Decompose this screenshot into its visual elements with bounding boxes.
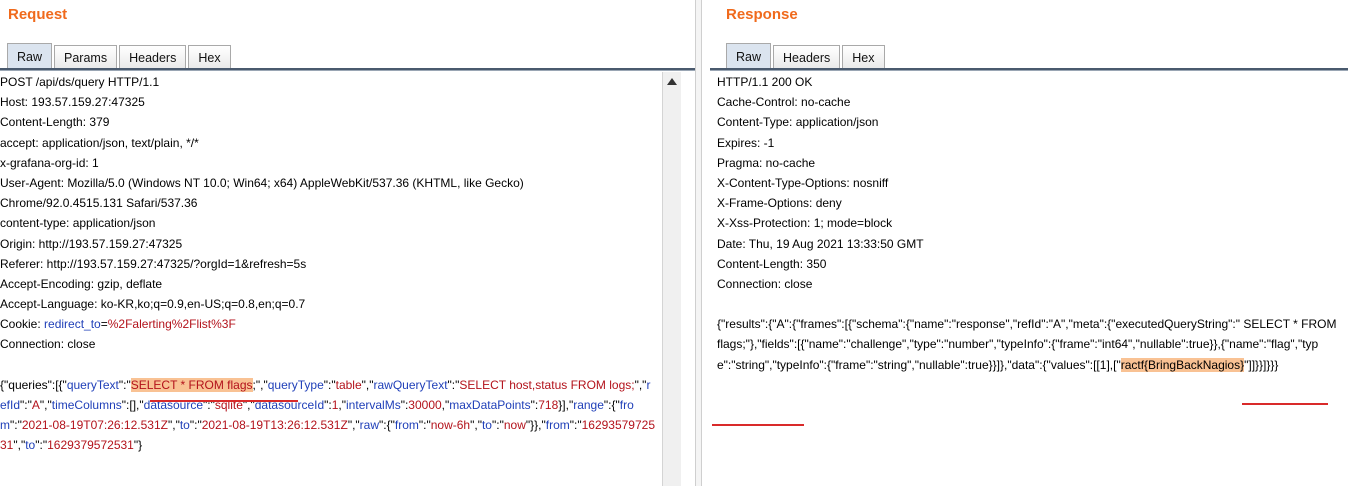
response-header-line: Date: Thu, 19 Aug 2021 13:33:50 GMT [717, 236, 924, 251]
scroll-up-arrow-icon[interactable] [667, 78, 677, 85]
response-pane: Response Raw Headers Hex HTTP/1.1 200 OK… [702, 0, 1348, 486]
response-tab-hex[interactable]: Hex [842, 45, 885, 69]
response-header-line: X-Content-Type-Options: nosniff [717, 175, 889, 190]
response-header-line: Expires: -1 [717, 135, 775, 150]
cookie-label: Cookie: [0, 317, 45, 332]
request-header-line: Content-Length: 379 [0, 115, 110, 130]
response-header-line: Pragma: no-cache [717, 155, 816, 170]
response-tab-raw[interactable]: Raw [726, 43, 772, 69]
request-tab-raw[interactable]: Raw [7, 43, 53, 69]
request-tabs: Raw Params Headers Hex [7, 43, 233, 69]
response-header-line: X-Xss-Protection: 1; mode=block [717, 216, 893, 231]
response-header-line: HTTP/1.1 200 OK [717, 75, 813, 89]
highlight-flag: ractf{BringBackNagios} [1120, 357, 1245, 372]
response-title: Response [726, 6, 798, 23]
request-right-gutter [681, 72, 695, 486]
response-header-line: Cache-Control: no-cache [717, 95, 851, 110]
response-tab-rule [710, 68, 1348, 71]
request-scrollbar[interactable] [662, 72, 681, 486]
request-cookie-line: Cookie: redirect_to=%2Falerting%2Flist%3… [0, 314, 656, 334]
request-connection-line: Connection: close [0, 337, 96, 352]
request-header-line: Accept-Language: ko-KR,ko;q=0.9,en-US;q=… [0, 297, 306, 312]
response-json-body: {"results":{"A":{"frames":[{"schema":{"n… [717, 314, 1339, 375]
request-header-line: Origin: http://193.57.159.27:47325 [0, 236, 183, 251]
request-tab-params[interactable]: Params [54, 45, 118, 69]
cookie-value: %2Falerting%2Flist%3F [107, 317, 236, 332]
request-pane: Request Raw Params Headers Hex POST /api… [0, 0, 695, 486]
cookie-name: redirect_to [44, 317, 101, 332]
request-tab-hex[interactable]: Hex [188, 45, 231, 69]
response-tabs: Raw Headers Hex [726, 43, 887, 69]
request-tab-headers[interactable]: Headers [119, 45, 187, 69]
annotation-underline [150, 400, 298, 402]
annotation-underline-flag-end [712, 424, 804, 426]
cookie-eq: = [100, 317, 108, 332]
request-tab-rule [0, 68, 695, 71]
request-header-line: User-Agent: Mozilla/5.0 (Windows NT 10.0… [0, 175, 524, 190]
request-header-line: Chrome/92.0.4515.131 Safari/537.36 [0, 196, 198, 211]
response-header-line: Content-Length: 350 [717, 256, 827, 271]
request-title: Request [8, 6, 68, 23]
response-body-end: "]]}}]}}} [1244, 357, 1279, 372]
request-json-body: {"queries":[{"queryText":"SELECT * FROM … [0, 377, 656, 453]
response-header-line: Connection: close [717, 276, 813, 291]
request-header-line: content-type: application/json [0, 216, 156, 231]
request-header-line: Host: 193.57.159.27:47325 [0, 95, 145, 110]
response-header-line: Content-Type: application/json [717, 115, 879, 130]
response-tab-headers[interactable]: Headers [773, 45, 841, 69]
request-header-line: x-grafana-org-id: 1 [0, 155, 99, 170]
highlight-select-flags: SELECT * FROM flags [130, 377, 253, 392]
response-editor[interactable]: HTTP/1.1 200 OK Cache-Control: no-cache … [717, 72, 1339, 375]
request-header-line: POST /api/ds/query HTTP/1.1 [0, 75, 160, 89]
pane-splitter[interactable] [695, 0, 702, 486]
request-header-line: Referer: http://193.57.159.27:47325/?org… [0, 256, 307, 271]
request-editor[interactable]: POST /api/ds/query HTTP/1.1 Host: 193.57… [0, 72, 656, 456]
annotation-underline-flag-start [1242, 403, 1328, 405]
request-header-line: Accept-Encoding: gzip, deflate [0, 276, 163, 291]
request-header-line: accept: application/json, text/plain, */… [0, 135, 199, 150]
response-header-line: X-Frame-Options: deny [717, 196, 842, 211]
